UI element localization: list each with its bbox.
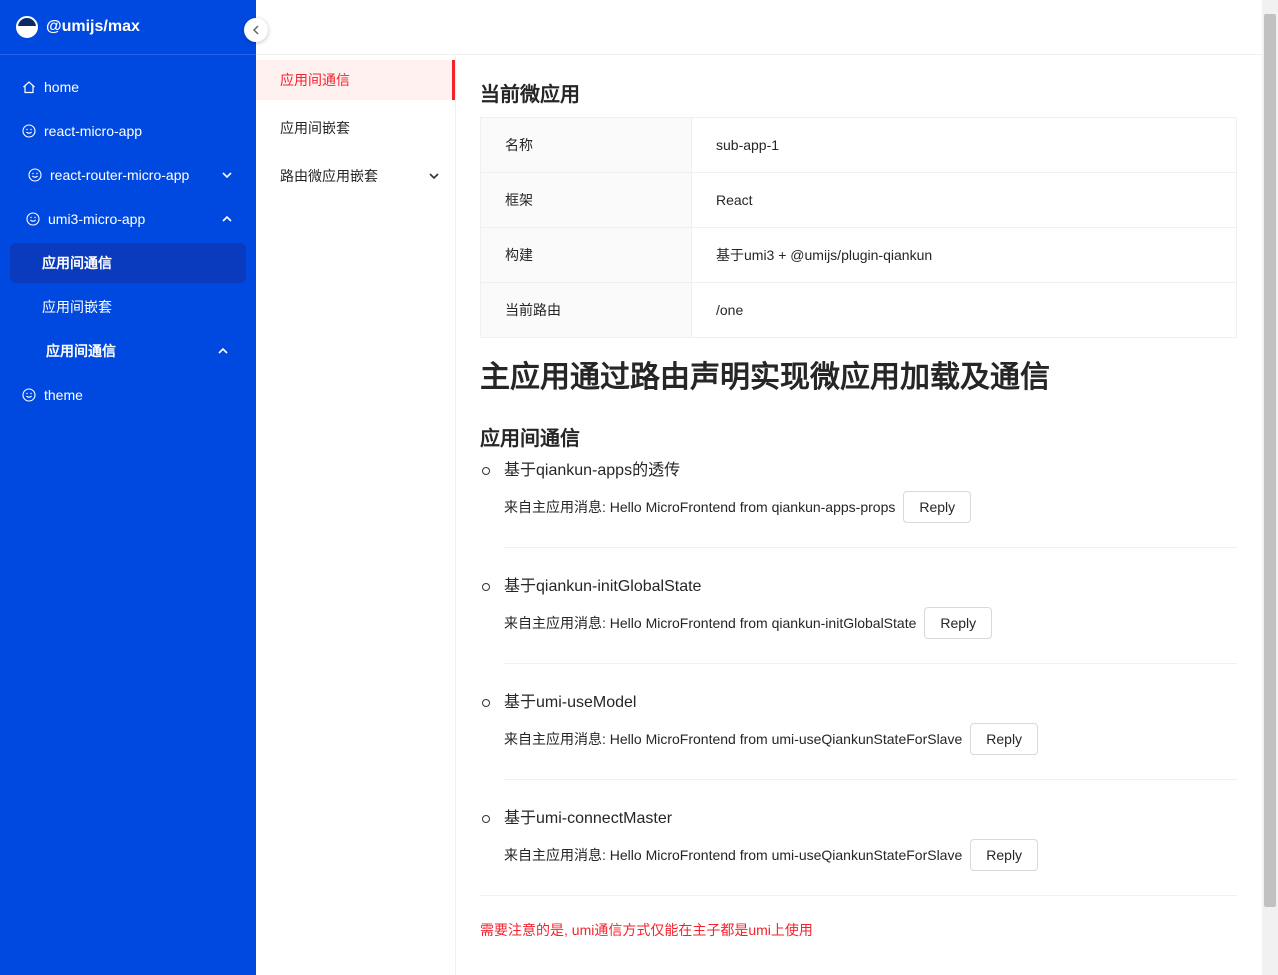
sidebar-item-label: theme	[44, 387, 83, 403]
list-item: 基于qiankun-apps的透传 来自主应用消息: Hello MicroFr…	[480, 460, 1237, 548]
chevron-down-icon	[222, 168, 232, 182]
table-row: 名称 sub-app-1	[480, 117, 1237, 173]
reply-button[interactable]: Reply	[903, 491, 972, 523]
bullet-icon	[482, 583, 490, 591]
current-app-title: 当前微应用	[480, 84, 580, 106]
divider	[504, 547, 1237, 548]
scrollbar-thumb[interactable]	[1264, 14, 1276, 907]
bullet-icon	[482, 815, 490, 823]
sidebar-item-label: react-micro-app	[44, 123, 143, 139]
top-header	[256, 0, 1262, 55]
chevron-up-icon	[218, 344, 228, 358]
app-title: @umijs/max	[46, 18, 140, 35]
communication-list: 基于qiankun-apps的透传 来自主应用消息: Hello MicroFr…	[480, 460, 1237, 896]
sidebar-item-label: home	[44, 79, 80, 95]
list-item: 基于umi-connectMaster 来自主应用消息: Hello Micro…	[480, 808, 1237, 896]
divider	[480, 895, 1237, 896]
chevron-left-icon	[252, 23, 260, 38]
sidebar-item-label: react-router-micro-app	[50, 167, 190, 183]
detail-value: sub-app-1	[691, 117, 1237, 173]
comm-item-row: 来自主应用消息: Hello MicroFrontend from umi-us…	[504, 723, 1237, 755]
comm-message: 来自主应用消息: Hello MicroFrontend from qianku…	[504, 615, 917, 631]
detail-label: 构建	[480, 227, 692, 283]
list-item: 基于umi-useModel 来自主应用消息: Hello MicroFront…	[480, 692, 1237, 780]
sidebar-item-umi3-micro-app[interactable]: umi3-micro-app	[10, 199, 246, 239]
detail-label: 框架	[480, 172, 692, 228]
logo-icon	[16, 16, 38, 38]
comm-item-title: 基于qiankun-initGlobalState	[504, 578, 702, 595]
detail-value: React	[691, 172, 1237, 228]
smile-icon	[26, 212, 40, 226]
brand[interactable]: @umijs/max	[0, 0, 256, 55]
bullet-icon	[482, 699, 490, 707]
sidebar-item-theme[interactable]: theme	[10, 375, 246, 415]
sidebar-item-label: 应用间通信	[42, 255, 112, 271]
main-content: 当前微应用 名称 sub-app-1 框架 React 构建 基于umi3 + …	[480, 55, 1237, 940]
subnav-item-route-micro-app-nesting[interactable]: 路由微应用嵌套	[256, 156, 455, 196]
chevron-up-icon	[222, 212, 232, 226]
detail-value: /one	[691, 282, 1237, 338]
collapse-sidebar-button[interactable]	[244, 18, 268, 42]
sidebar-item-app-communication[interactable]: 应用间通信	[10, 243, 246, 283]
main-menu: home react-micro-app react-router-micro-…	[0, 55, 256, 415]
detail-value: 基于umi3 + @umijs/plugin-qiankun	[691, 227, 1237, 283]
chevron-down-icon	[429, 169, 439, 183]
home-icon	[22, 80, 36, 94]
page-heading: 主应用通过路由声明实现微应用加载及通信	[480, 361, 1050, 394]
list-item: 基于qiankun-initGlobalState 来自主应用消息: Hello…	[480, 576, 1237, 664]
table-row: 构建 基于umi3 + @umijs/plugin-qiankun	[480, 227, 1237, 283]
smile-icon	[28, 168, 42, 182]
sidebar-item-react-micro-app[interactable]: react-micro-app	[10, 111, 246, 151]
usage-note: 需要注意的是, umi通信方式仅能在主子都是umi上使用	[480, 922, 813, 938]
reply-button[interactable]: Reply	[970, 839, 1039, 871]
table-row: 当前路由 /one	[480, 282, 1237, 338]
scrollbar[interactable]	[1262, 0, 1278, 975]
sidebar-item-label: 应用间嵌套	[42, 299, 112, 315]
comm-item-row: 来自主应用消息: Hello MicroFrontend from qianku…	[504, 607, 1237, 639]
reply-button[interactable]: Reply	[970, 723, 1039, 755]
detail-label: 名称	[480, 117, 692, 173]
sidebar-item-react-router-micro-app[interactable]: react-router-micro-app	[10, 155, 246, 195]
comm-item-row: 来自主应用消息: Hello MicroFrontend from umi-us…	[504, 839, 1237, 871]
comm-item-title: 基于umi-useModel	[504, 694, 637, 711]
comm-message: 来自主应用消息: Hello MicroFrontend from qianku…	[504, 499, 896, 515]
subnav-item-label: 路由微应用嵌套	[280, 168, 378, 184]
comm-item-row: 来自主应用消息: Hello MicroFrontend from qianku…	[504, 491, 1237, 523]
sidebar-item-label: 应用间通信	[46, 343, 116, 359]
divider	[504, 663, 1237, 664]
sidebar-item-home[interactable]: home	[10, 67, 246, 107]
sidebar-item-label: umi3-micro-app	[48, 211, 146, 227]
table-row: 框架 React	[480, 172, 1237, 228]
subnav-item-app-nesting[interactable]: 应用间嵌套	[256, 108, 455, 148]
communication-section-title: 应用间通信	[480, 428, 580, 450]
detail-label: 当前路由	[480, 282, 692, 338]
subnav-item-app-communication[interactable]: 应用间通信	[256, 60, 455, 100]
comm-message: 来自主应用消息: Hello MicroFrontend from umi-us…	[504, 847, 963, 863]
smile-icon	[22, 124, 36, 138]
subnav-item-label: 应用间嵌套	[280, 120, 350, 136]
comm-message: 来自主应用消息: Hello MicroFrontend from umi-us…	[504, 731, 963, 747]
divider	[504, 779, 1237, 780]
sidebar-item-app-communication-group[interactable]: 应用间通信	[10, 331, 246, 371]
bullet-icon	[482, 467, 490, 475]
subnav-item-label: 应用间通信	[280, 72, 350, 88]
smile-icon	[22, 388, 36, 402]
main-sidebar: @umijs/max home react-micro-app react-ro…	[0, 0, 256, 975]
sidebar-item-app-nesting[interactable]: 应用间嵌套	[10, 287, 246, 327]
comm-item-title: 基于qiankun-apps的透传	[504, 462, 681, 479]
app-details-table: 名称 sub-app-1 框架 React 构建 基于umi3 + @umijs…	[480, 117, 1237, 338]
reply-button[interactable]: Reply	[924, 607, 993, 639]
sub-sidebar: 应用间通信 应用间嵌套 路由微应用嵌套	[256, 55, 456, 975]
comm-item-title: 基于umi-connectMaster	[504, 810, 673, 827]
